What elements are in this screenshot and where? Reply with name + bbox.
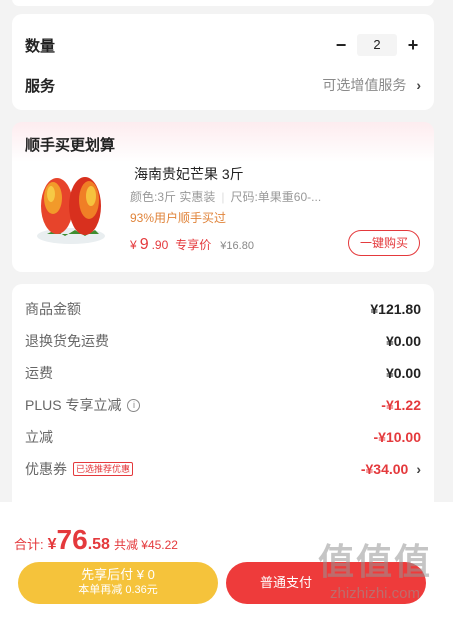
original-price: ¥16.80 bbox=[220, 240, 254, 252]
one-click-buy-button[interactable]: 一键购买 bbox=[348, 230, 420, 256]
summary-label: 商品金额 bbox=[25, 301, 81, 317]
summary-label: PLUS 专享立减 bbox=[25, 397, 122, 413]
increase-button[interactable]: + bbox=[405, 35, 421, 56]
price-currency: ¥ bbox=[130, 238, 137, 252]
summary-row-coupon[interactable]: 优惠券 已选推荐优惠 -¥34.00 › bbox=[25, 458, 421, 480]
total-decimal: .58 bbox=[87, 536, 110, 553]
bundle-title: 顺手买更划算 bbox=[25, 137, 116, 154]
price-decimal: .90 bbox=[151, 238, 169, 252]
product-name[interactable]: 海南贵妃芒果 3斤 bbox=[134, 164, 244, 184]
spec-size: 尺码:单果重60-... bbox=[230, 190, 322, 204]
summary-value: ¥0.00 bbox=[385, 365, 421, 381]
spec-divider: | bbox=[221, 190, 225, 204]
summary-label: 优惠券 bbox=[25, 461, 67, 477]
normal-pay-button[interactable]: 普通支付 bbox=[226, 562, 426, 604]
decrease-button[interactable]: − bbox=[333, 35, 349, 56]
summary-label: 运费 bbox=[25, 365, 53, 381]
price-integer: 9 bbox=[139, 236, 149, 253]
summary-value: -¥1.22 bbox=[381, 397, 421, 413]
checkout-footer: 合计: ¥ 76 .58 共减 ¥45.22 先享后付 ¥ 0 本单再减 0.3… bbox=[0, 502, 453, 622]
summary-row-plus-discount: PLUS 专享立减 i -¥1.22 bbox=[25, 394, 421, 416]
price-tag: 专享价 bbox=[175, 238, 212, 252]
normal-pay-label: 普通支付 bbox=[259, 575, 312, 590]
order-total: 合计: ¥ 76 .58 共减 ¥45.22 bbox=[14, 524, 178, 556]
quantity-row: 数量 − 2 + bbox=[25, 32, 421, 58]
product-spec: 颜色:3斤 实惠装 | 尺码:单果重60-... bbox=[130, 188, 321, 205]
summary-row-return-shipping: 退换货免运费 ¥0.00 bbox=[25, 330, 421, 352]
pay-later-button[interactable]: 先享后付 ¥ 0 本单再减 0.36元 bbox=[18, 562, 218, 604]
service-label: 服务 bbox=[25, 77, 56, 95]
buy-rate-text: 93%用户顺手买过 bbox=[130, 211, 227, 225]
info-icon[interactable]: i bbox=[127, 398, 141, 412]
pay-later-subtitle: 本单再减 0.36元 bbox=[78, 584, 158, 596]
chevron-right-icon: › bbox=[416, 77, 421, 93]
service-value: 可选增值服务 bbox=[322, 77, 407, 93]
total-savings: 共减 ¥45.22 bbox=[113, 538, 178, 552]
quantity-stepper: − 2 + bbox=[333, 34, 421, 56]
summary-label: 退换货免运费 bbox=[25, 333, 109, 349]
pay-later-title: 先享后付 ¥ 0 bbox=[81, 567, 155, 582]
quantity-label: 数量 bbox=[25, 37, 56, 55]
quantity-input[interactable]: 2 bbox=[357, 34, 397, 56]
summary-label: 立减 bbox=[25, 429, 53, 445]
previous-card bbox=[12, 0, 434, 6]
quantity-service-card: 数量 − 2 + 服务 可选增值服务 › bbox=[12, 14, 434, 110]
bundle-card: 顺手买更划算 海南贵妃芒果 3斤 颜色:3斤 实惠装 | 尺码:单果重60-... … bbox=[12, 122, 434, 272]
total-label: 合计: bbox=[14, 537, 44, 552]
price-summary-card: 商品金额 ¥121.80 退换货免运费 ¥0.00 运费 ¥0.00 PLUS … bbox=[12, 284, 434, 524]
mango-product-image[interactable] bbox=[25, 164, 117, 256]
spec-color: 颜色:3斤 实惠装 bbox=[130, 190, 216, 204]
total-currency: ¥ bbox=[47, 536, 57, 553]
total-integer: 76 bbox=[56, 524, 88, 555]
product-price: ¥9.90 专享价 ¥16.80 bbox=[130, 236, 254, 254]
summary-value: ¥0.00 bbox=[385, 333, 421, 349]
summary-row-goods: 商品金额 ¥121.80 bbox=[25, 298, 421, 320]
summary-row-instant-discount: 立减 -¥10.00 bbox=[25, 426, 421, 448]
summary-value: -¥34.00 bbox=[360, 461, 409, 477]
chevron-right-icon: › bbox=[416, 461, 421, 477]
summary-value: -¥10.00 bbox=[373, 429, 421, 445]
summary-value: ¥121.80 bbox=[370, 301, 421, 317]
summary-row-shipping: 运费 ¥0.00 bbox=[25, 362, 421, 384]
service-row[interactable]: 服务 可选增值服务 › bbox=[25, 72, 421, 98]
recommended-coupon-badge: 已选推荐优惠 bbox=[73, 462, 134, 476]
